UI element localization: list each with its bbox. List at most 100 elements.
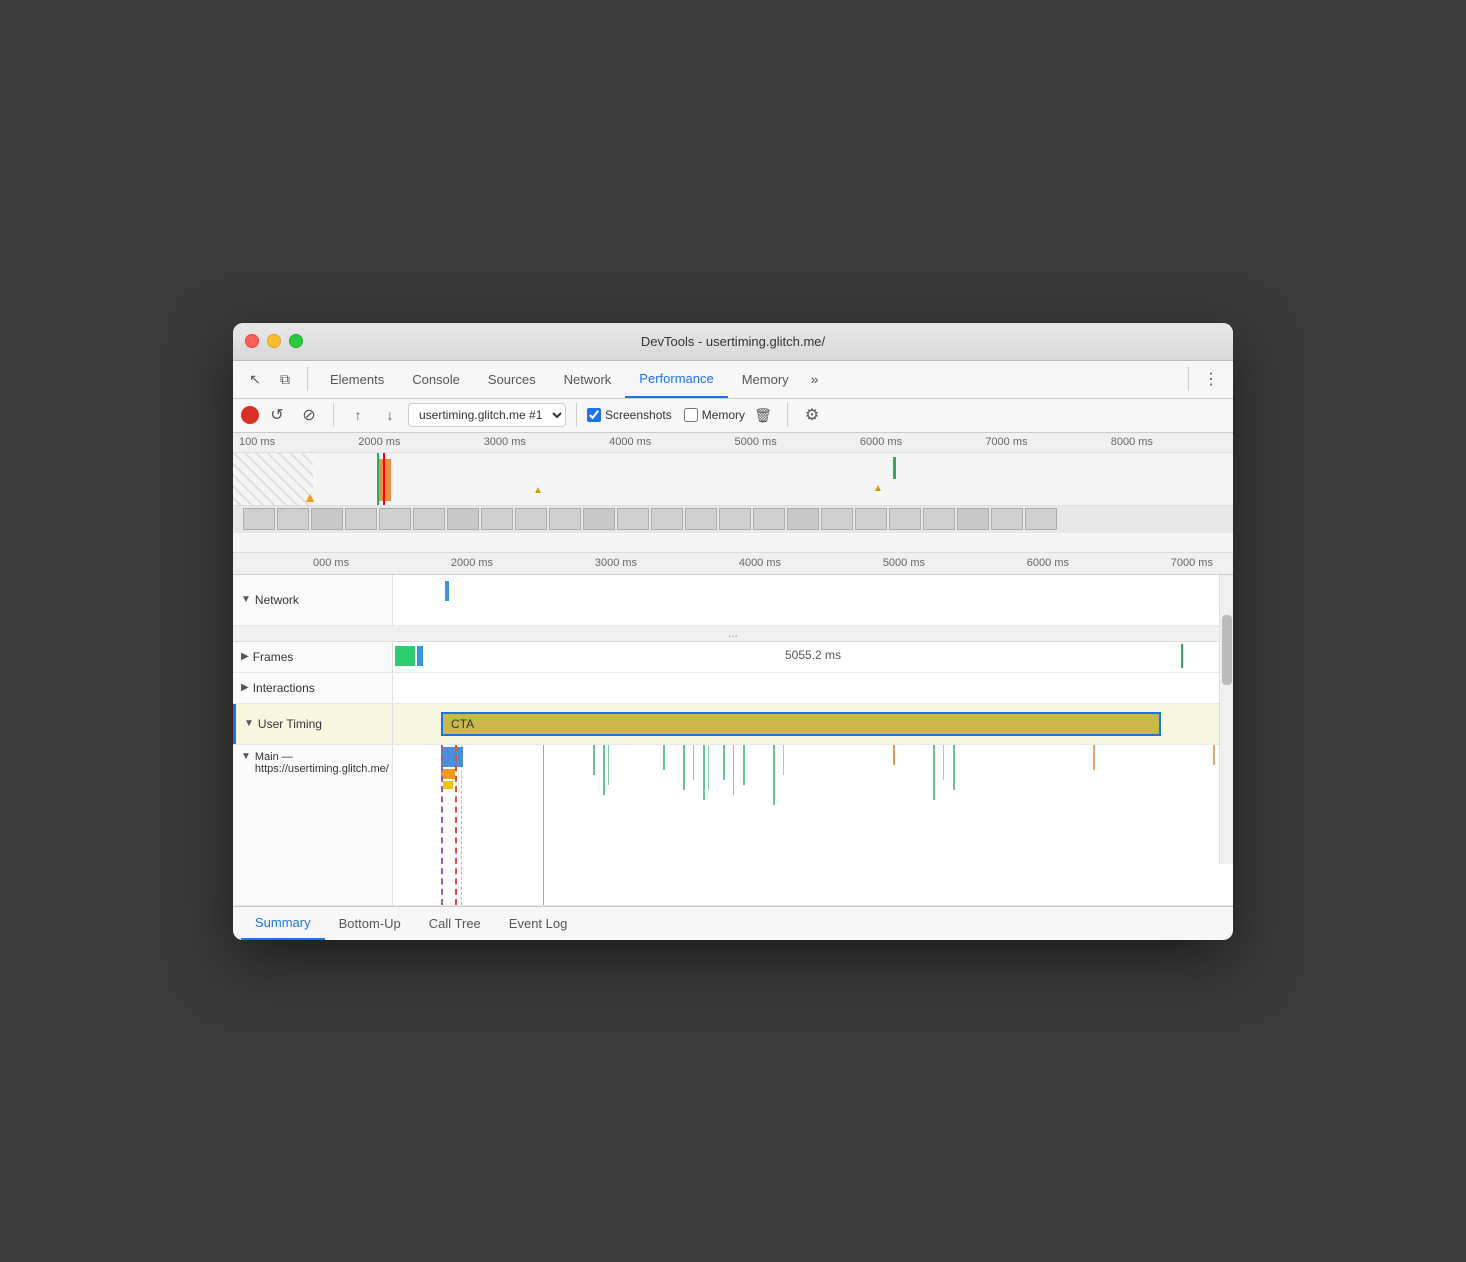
- main-green-4: [608, 745, 609, 785]
- main-thread-track-label[interactable]: ▼ Main — https://usertiming.glitch.me/: [233, 745, 393, 905]
- ruler-label-5: 6000 ms: [860, 436, 902, 448]
- main-ruler-2: 3000 ms: [595, 557, 637, 569]
- ruler-label-6: 7000 ms: [985, 436, 1027, 448]
- cta-label: CTA: [451, 717, 474, 731]
- screenshot-thumb-6: [447, 508, 479, 530]
- network-track-label[interactable]: ▼ Network: [233, 575, 393, 625]
- bottom-tab-bar: Summary Bottom-Up Call Tree Event Log: [233, 906, 1233, 940]
- record-button[interactable]: [241, 406, 259, 424]
- main-green-1: [543, 745, 544, 905]
- maximize-button[interactable]: [289, 334, 303, 348]
- main-orange-3: [1213, 745, 1215, 765]
- reload-button[interactable]: ↺: [263, 401, 291, 429]
- main-green-14: [783, 745, 784, 775]
- screenshot-thumb-4: [379, 508, 411, 530]
- window-title: DevTools - usertiming.glitch.me/: [641, 334, 825, 349]
- screenshot-thumb-5: [413, 508, 445, 530]
- devtools-main-area: ▼ Network ... ▶ Frames: [233, 575, 1233, 940]
- main-ruler-3: 4000 ms: [739, 557, 781, 569]
- network-track-row: ▼ Network: [233, 575, 1233, 626]
- main-green-8: [703, 745, 705, 800]
- profile-selector[interactable]: usertiming.glitch.me #1: [408, 403, 566, 427]
- main-task-blue: [441, 747, 463, 767]
- separator: [307, 367, 308, 391]
- main-green-15: [933, 745, 935, 800]
- ruler-label-0: 100 ms: [239, 436, 275, 448]
- main-ruler: 000 ms 2000 ms 3000 ms 4000 ms 5000 ms 6…: [233, 553, 1233, 575]
- user-timing-track-content[interactable]: CTA: [393, 704, 1233, 744]
- tab-summary[interactable]: Summary: [241, 906, 325, 940]
- main-thread-track-row: ▼ Main — https://usertiming.glitch.me/: [233, 745, 1233, 906]
- trash-button[interactable]: 🗑: [749, 401, 777, 429]
- more-tabs-icon[interactable]: »: [803, 367, 827, 391]
- download-button[interactable]: ↓: [376, 401, 404, 429]
- network-track-content[interactable]: [393, 575, 1233, 625]
- minimize-button[interactable]: [267, 334, 281, 348]
- frames-value-label: 5055.2 ms: [785, 648, 841, 662]
- separator2: [1188, 367, 1189, 391]
- user-timing-collapse-icon: ▼: [244, 718, 254, 729]
- tab-event-log[interactable]: Event Log: [495, 906, 582, 940]
- tab-elements[interactable]: Elements: [316, 360, 398, 398]
- main-green-13: [773, 745, 775, 805]
- screenshot-thumb-15: [753, 508, 785, 530]
- tab-console[interactable]: Console: [398, 360, 474, 398]
- cta-timing-bar[interactable]: CTA: [441, 712, 1161, 736]
- network-collapse-icon: ▼: [241, 594, 251, 605]
- tab-bottom-up[interactable]: Bottom-Up: [325, 906, 415, 940]
- main-orange-1: [893, 745, 895, 765]
- memory-checkbox[interactable]: [684, 408, 698, 422]
- main-green-6: [683, 745, 685, 790]
- screenshot-thumb-16: [787, 508, 819, 530]
- screenshots-label: Screenshots: [605, 408, 672, 422]
- tab-network[interactable]: Network: [550, 360, 626, 398]
- tab-memory[interactable]: Memory: [728, 360, 803, 398]
- layers-icon[interactable]: ⧉: [271, 365, 299, 393]
- frame-green: [395, 646, 415, 666]
- sep4: [576, 403, 577, 427]
- performance-toolbar: ↺ ⊘ ↑ ↓ usertiming.glitch.me #1 Screensh…: [233, 399, 1233, 433]
- screenshot-thumb-7: [481, 508, 513, 530]
- main-thread-collapse-icon: ▼: [241, 751, 251, 762]
- timeline-ruler-top: 100 ms 2000 ms 3000 ms 4000 ms 5000 ms 6…: [233, 433, 1233, 453]
- user-timing-track-label[interactable]: ▼ User Timing: [233, 704, 393, 744]
- tab-performance[interactable]: Performance: [625, 360, 727, 398]
- upload-button[interactable]: ↑: [344, 401, 372, 429]
- user-timing-label-text: User Timing: [258, 717, 322, 731]
- screenshot-thumb-22: [991, 508, 1023, 530]
- separator-row[interactable]: ...: [233, 626, 1233, 642]
- clear-button[interactable]: ⊘: [295, 401, 323, 429]
- main-tabs: Elements Console Sources Network Perform…: [316, 360, 1180, 398]
- tracks-container: ▼ Network ... ▶ Frames: [233, 575, 1233, 906]
- main-ruler-5: 6000 ms: [1027, 557, 1069, 569]
- main-thread-track-content[interactable]: [393, 745, 1233, 905]
- tab-sources[interactable]: Sources: [474, 360, 550, 398]
- close-button[interactable]: [245, 334, 259, 348]
- sep5: [787, 403, 788, 427]
- frames-collapse-icon: ▶: [241, 651, 249, 662]
- traffic-lights: [245, 334, 303, 348]
- overview-bars-area[interactable]: ▲ ▲ ▲: [233, 453, 1233, 533]
- main-dashed-line-2: [455, 745, 457, 905]
- screenshot-thumb-12: [651, 508, 683, 530]
- screenshots-checkbox-label[interactable]: Screenshots: [587, 408, 672, 422]
- more-options-icon[interactable]: ⋮: [1197, 365, 1225, 393]
- frames-track-content[interactable]: 5055.2 ms: [393, 642, 1233, 672]
- tab-call-tree[interactable]: Call Tree: [415, 906, 495, 940]
- ruler-label-3: 4000 ms: [609, 436, 651, 448]
- scrollbar-thumb[interactable]: [1222, 615, 1232, 685]
- pointer-icon[interactable]: ↖: [241, 365, 269, 393]
- screenshot-thumb-1: [277, 508, 309, 530]
- frame-blue: [417, 646, 423, 666]
- screenshot-thumb-9: [549, 508, 581, 530]
- screenshot-thumb-14: [719, 508, 751, 530]
- network-request-bar: [445, 581, 449, 601]
- interactions-track-label[interactable]: ▶ Interactions: [233, 673, 393, 703]
- interactions-track-content[interactable]: [393, 673, 1233, 703]
- screenshots-checkbox[interactable]: [587, 408, 601, 422]
- main-task-orange: [441, 769, 455, 779]
- scrollbar-track[interactable]: [1219, 575, 1233, 864]
- memory-checkbox-label[interactable]: Memory: [684, 408, 745, 422]
- settings-button[interactable]: ⚙: [798, 401, 826, 429]
- frames-track-label[interactable]: ▶ Frames: [233, 642, 393, 672]
